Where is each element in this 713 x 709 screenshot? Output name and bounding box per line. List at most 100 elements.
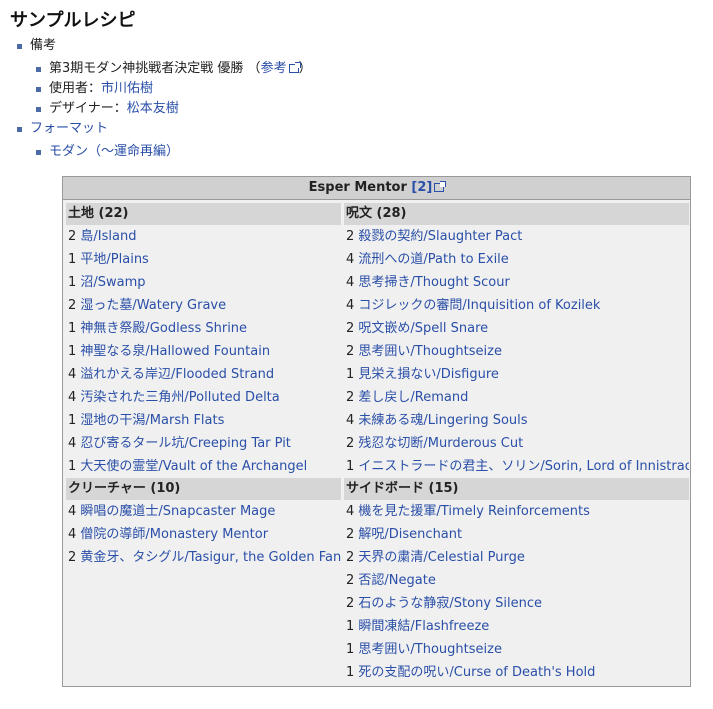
card-row: 1 湿地の干潟/Marsh Flats [66, 409, 341, 432]
card-quantity: 1 [68, 252, 81, 267]
card-name-link[interactable]: 湿地の干潟/Marsh Flats [80, 413, 224, 428]
card-name-link[interactable]: イニストラードの君主、ソリン/Sorin, Lord of Innistrad [358, 459, 689, 474]
designer-label: デザイナー： [49, 101, 127, 116]
card-quantity: 2 [346, 390, 359, 405]
card-quantity: 4 [68, 504, 81, 519]
card-row: 2 殺戮の契約/Slaughter Pact [344, 225, 689, 248]
card-name-link[interactable]: コジレックの審問/Inquisition of Kozilek [358, 298, 600, 313]
card-quantity: 1 [68, 459, 81, 474]
card-name-link[interactable]: 流刑への道/Path to Exile [358, 252, 508, 267]
right-column: 呪文 (28) 2 殺戮の契約/Slaughter Pact 4 流刑への道/Pa… [344, 203, 689, 684]
card-name-link[interactable]: 石のような静寂/Stony Silence [358, 596, 542, 611]
card-quantity: 1 [346, 665, 359, 680]
card-quantity: 1 [346, 619, 359, 634]
card-name-link[interactable]: 機を見た援軍/Timely Reinforcements [358, 504, 589, 519]
card-quantity: 2 [346, 229, 359, 244]
sideboard-header: サイドボード (15) [344, 478, 689, 500]
spells-list: 2 殺戮の契約/Slaughter Pact 4 流刑への道/Path to Ex… [344, 225, 689, 478]
deck-reference-link[interactable]: [2] [411, 180, 432, 195]
card-row: 2 島/Island [66, 225, 341, 248]
card-name-link[interactable]: 神無き祭殿/Godless Shrine [80, 321, 247, 336]
card-name-link[interactable]: 大天使の霊堂/Vault of the Archangel [80, 459, 307, 474]
card-name-link[interactable]: 黄金牙、タシグル/Tasigur, the Golden Fang [80, 550, 341, 565]
notes-item: 備考 [16, 37, 57, 55]
player-link[interactable]: 市川佑樹 [101, 81, 153, 96]
card-name-link[interactable]: 忍び寄るタール坑/Creeping Tar Pit [80, 436, 291, 451]
card-row: 4 瞬唱の魔道士/Snapcaster Mage [66, 500, 341, 523]
card-row: 2 残忍な切断/Murderous Cut [344, 432, 689, 455]
card-name-link[interactable]: 島/Island [80, 229, 136, 244]
card-name-link[interactable]: 神聖なる泉/Hallowed Fountain [80, 344, 270, 359]
format-link[interactable]: フォーマット [30, 121, 108, 136]
player-item: 使用者：市川佑樹 [35, 80, 153, 98]
left-column: 土地 (22) 2 島/Island 1 平地/Plains 1 沼/Swamp 2 … [66, 203, 341, 569]
card-name-link[interactable]: 瞬間凍結/Flashfreeze [358, 619, 489, 634]
notes-label: 備考 [30, 38, 57, 53]
card-row: 2 石のような静寂/Stony Silence [344, 592, 689, 615]
card-row: 4 僧院の導師/Monastery Mentor [66, 523, 341, 546]
page-heading: サンプルレシピ [10, 10, 136, 31]
card-name-link[interactable]: 思考囲い/Thoughtseize [358, 642, 502, 657]
card-name-link[interactable]: 解呪/Disenchant [358, 527, 462, 542]
card-name-link[interactable]: 否認/Negate [358, 573, 435, 588]
card-name-link[interactable]: 天界の粛清/Celestial Purge [358, 550, 524, 565]
card-name-link[interactable]: 見栄え損ない/Disfigure [358, 367, 499, 382]
card-quantity: 2 [346, 321, 359, 336]
card-quantity: 4 [68, 527, 81, 542]
card-name-link[interactable]: 差し戻し/Remand [358, 390, 468, 405]
card-row: 1 イニストラードの君主、ソリン/Sorin, Lord of Innistra… [344, 455, 689, 478]
card-name-link[interactable]: 沼/Swamp [80, 275, 145, 290]
card-name-link[interactable]: 思考掃き/Thought Scour [358, 275, 509, 290]
card-name-link[interactable]: 瞬唱の魔道士/Snapcaster Mage [80, 504, 275, 519]
event-item: 第3期モダン神挑戦者決定戦 優勝 （参考） [36, 60, 312, 78]
card-quantity: 2 [346, 573, 359, 588]
format-value-link[interactable]: モダン（～運命再編） [49, 144, 179, 159]
lands-header: 土地 (22) [66, 203, 341, 225]
external-link-icon [434, 181, 447, 192]
card-quantity: 2 [346, 550, 359, 565]
card-row: 2 思考囲い/Thoughtseize [344, 340, 689, 363]
card-name-link[interactable]: 平地/Plains [80, 252, 148, 267]
event-name: 第3期モダン神挑戦者決定戦 優勝 [49, 61, 244, 76]
card-quantity: 1 [68, 321, 81, 336]
card-quantity: 1 [346, 642, 359, 657]
ref-open-paren: （ [247, 61, 261, 76]
creatures-list: 4 瞬唱の魔道士/Snapcaster Mage 4 僧院の導師/Monaster… [66, 500, 341, 569]
card-row: 1 神無き祭殿/Godless Shrine [66, 317, 341, 340]
card-quantity: 1 [346, 459, 359, 474]
card-quantity: 1 [346, 367, 359, 382]
card-row: 4 コジレックの審問/Inquisition of Kozilek [344, 294, 689, 317]
designer-link[interactable]: 松本友樹 [127, 101, 179, 116]
card-quantity: 4 [346, 298, 359, 313]
card-row: 2 黄金牙、タシグル/Tasigur, the Golden Fang [66, 546, 341, 569]
card-name-link[interactable]: 汚染された三角州/Polluted Delta [80, 390, 279, 405]
card-quantity: 4 [346, 275, 359, 290]
card-row: 2 解呪/Disenchant [344, 523, 689, 546]
card-row: 1 平地/Plains [66, 248, 341, 271]
lands-list: 2 島/Island 1 平地/Plains 1 沼/Swamp 2 湿った墓/Wat… [66, 225, 341, 478]
card-name-link[interactable]: 僧院の導師/Monastery Mentor [80, 527, 268, 542]
card-name-link[interactable]: 呪文嵌め/Spell Snare [358, 321, 488, 336]
card-name-link[interactable]: 思考囲い/Thoughtseize [358, 344, 502, 359]
card-name-link[interactable]: 残忍な切断/Murderous Cut [358, 436, 523, 451]
card-name-link[interactable]: 湿った墓/Watery Grave [80, 298, 226, 313]
card-quantity: 4 [68, 367, 81, 382]
card-name-link[interactable]: 未練ある魂/Lingering Souls [358, 413, 527, 428]
card-row: 2 湿った墓/Watery Grave [66, 294, 341, 317]
reference-link[interactable]: 参考 [261, 61, 287, 76]
card-row: 4 溢れかえる岸辺/Flooded Strand [66, 363, 341, 386]
card-quantity: 2 [68, 550, 81, 565]
card-quantity: 2 [346, 436, 359, 451]
decklist-box: Esper Mentor [2] 土地 (22) 2 島/Island 1 平地/… [62, 176, 691, 687]
card-quantity: 4 [68, 436, 81, 451]
card-name-link[interactable]: 溢れかえる岸辺/Flooded Strand [80, 367, 274, 382]
player-label: 使用者： [49, 81, 102, 96]
deck-title: Esper Mentor [308, 180, 407, 195]
card-name-link[interactable]: 殺戮の契約/Slaughter Pact [358, 229, 522, 244]
sideboard-list: 4 機を見た援軍/Timely Reinforcements 2 解呪/Disen… [344, 500, 689, 684]
card-row: 1 思考囲い/Thoughtseize [344, 638, 689, 661]
card-quantity: 2 [346, 344, 359, 359]
card-name-link[interactable]: 死の支配の呪い/Curse of Death's Hold [358, 665, 595, 680]
card-row: 1 大天使の霊堂/Vault of the Archangel [66, 455, 341, 478]
card-quantity: 4 [346, 504, 359, 519]
